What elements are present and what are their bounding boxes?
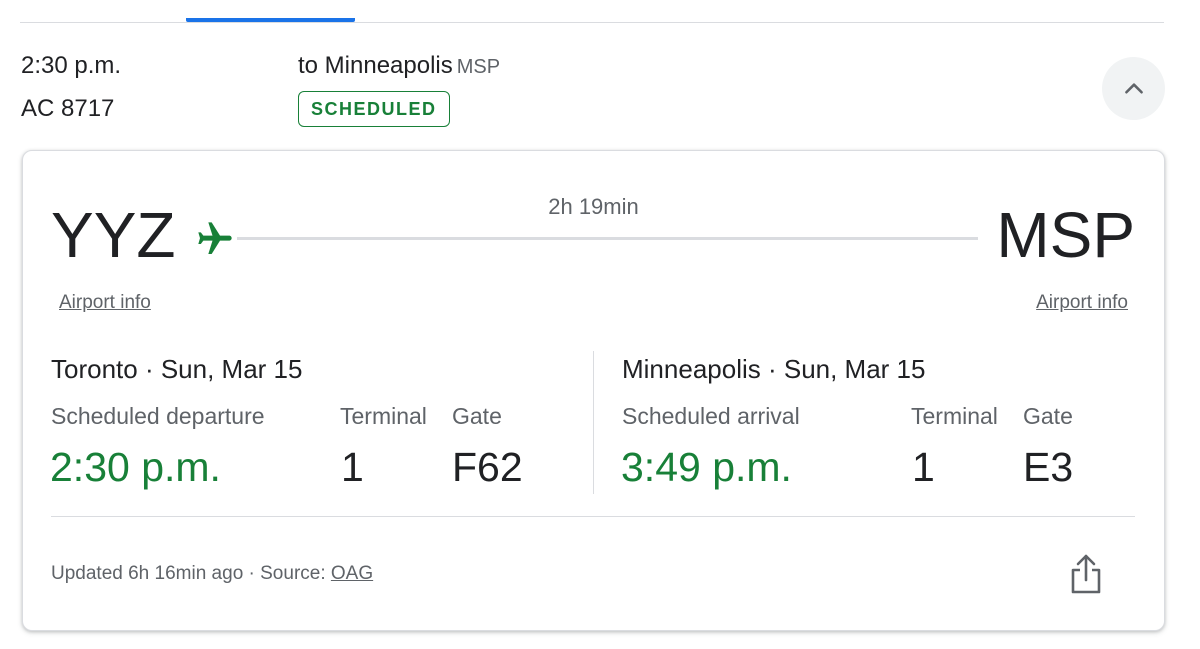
arrival-terminal: 1 bbox=[912, 444, 935, 490]
arrival-gate: E3 bbox=[1023, 444, 1074, 490]
departure-gate-label: Gate bbox=[452, 403, 502, 429]
update-info: Updated 6h 16min ago · Source: OAG bbox=[51, 563, 373, 585]
summary-destination: to Minneapolis MSP bbox=[298, 52, 500, 80]
departure-city-date: Toronto · Sun, Mar 15 bbox=[51, 354, 303, 384]
status-badge: SCHEDULED bbox=[298, 91, 450, 127]
updated-text: Updated 6h 16min ago · Source: bbox=[51, 563, 331, 584]
share-icon bbox=[1071, 554, 1101, 594]
route-line bbox=[237, 237, 978, 240]
destination-airport-code: MSP bbox=[996, 199, 1135, 271]
flight-duration: 2h 19min bbox=[548, 194, 639, 219]
column-divider bbox=[593, 351, 594, 494]
arrival-gate-label: Gate bbox=[1023, 403, 1073, 429]
footer-divider bbox=[51, 516, 1135, 517]
departure-time: 2:30 p.m. bbox=[50, 444, 221, 490]
flight-status-panel: 2:30 p.m. AC 8717 to Minneapolis MSP SCHE… bbox=[0, 0, 1200, 649]
departure-gate: F62 bbox=[452, 444, 523, 490]
collapse-button[interactable] bbox=[1102, 57, 1165, 120]
destination-code: MSP bbox=[456, 56, 501, 78]
destination-airport-info-link[interactable]: Airport info bbox=[1036, 292, 1128, 314]
summary-departure-time: 2:30 p.m. bbox=[21, 52, 122, 79]
source-link[interactable]: OAG bbox=[331, 563, 373, 584]
arrival-time-label: Scheduled arrival bbox=[622, 403, 800, 429]
arrival-terminal-label: Terminal bbox=[911, 403, 998, 429]
active-tab-indicator bbox=[186, 18, 355, 22]
origin-airport-info-link[interactable]: Airport info bbox=[59, 292, 151, 314]
share-button[interactable] bbox=[1066, 551, 1106, 597]
departure-terminal-label: Terminal bbox=[340, 403, 427, 429]
destination-label: to Minneapolis bbox=[298, 52, 453, 79]
arrival-time: 3:49 p.m. bbox=[621, 444, 792, 490]
flight-detail-card: YYZ 2h 19min MSP Airport info Airport in… bbox=[22, 150, 1165, 631]
departure-terminal: 1 bbox=[341, 444, 364, 490]
airplane-icon bbox=[195, 219, 235, 259]
arrival-city-date: Minneapolis · Sun, Mar 15 bbox=[622, 354, 926, 384]
tab-divider bbox=[20, 22, 1164, 23]
departure-time-label: Scheduled departure bbox=[51, 403, 265, 429]
summary-flight-number: AC 8717 bbox=[21, 95, 115, 122]
chevron-up-icon bbox=[1124, 82, 1143, 94]
